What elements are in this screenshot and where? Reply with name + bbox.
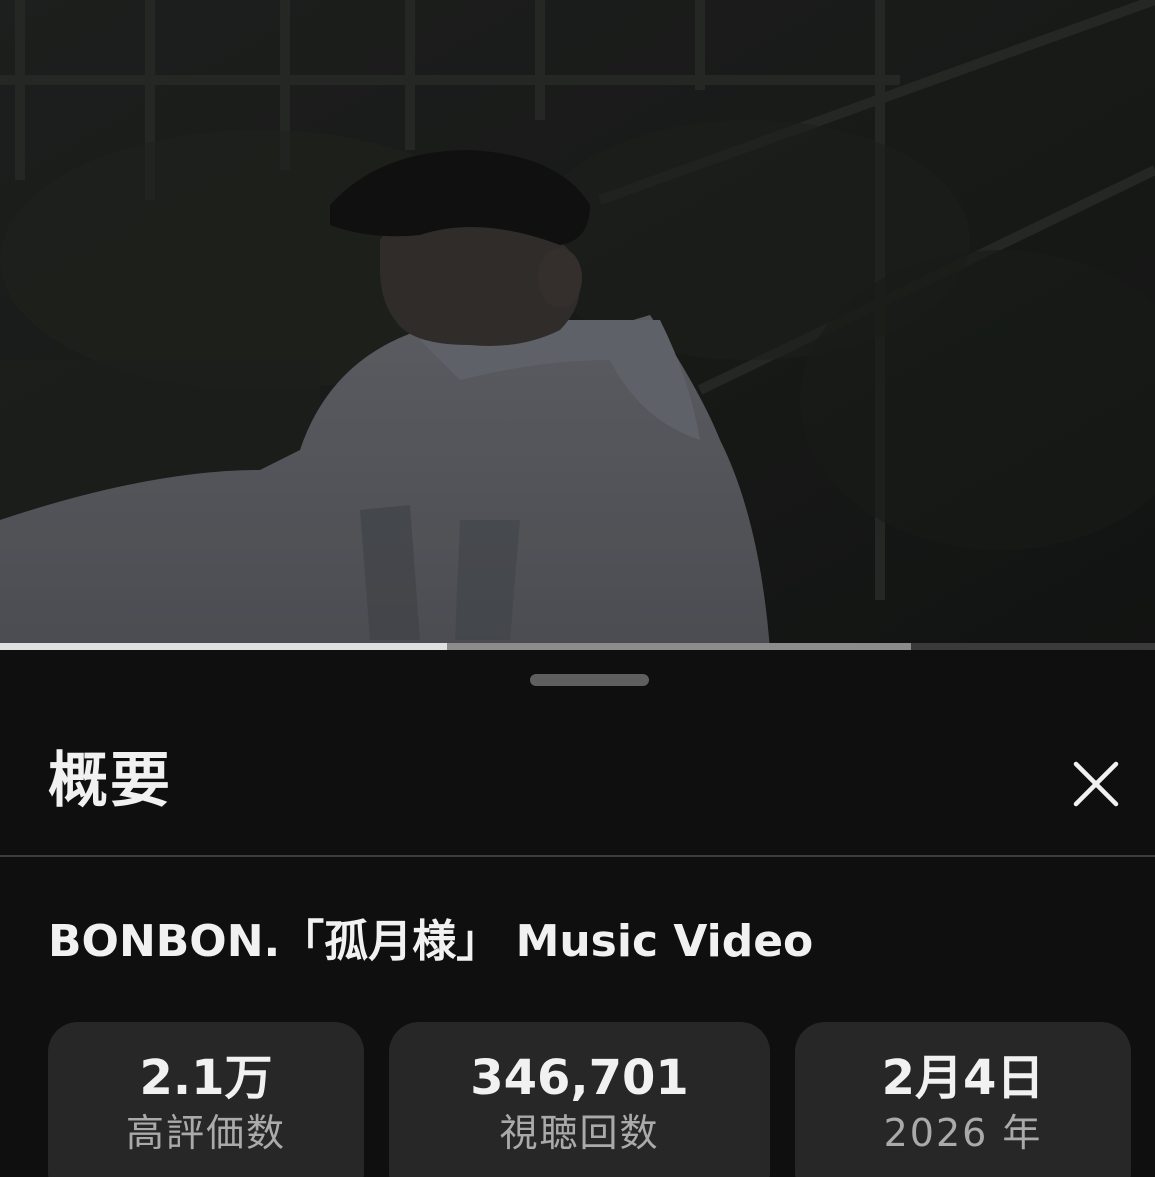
likes-count: 2.1万 [139,1050,273,1106]
close-button[interactable] [1062,750,1130,818]
views-count: 346,701 [470,1050,689,1106]
video-frame [0,0,1155,650]
progress-played [0,643,447,650]
video-progress-bar[interactable] [0,643,1155,650]
upload-year: 2026 年 [883,1111,1043,1155]
views-stat-card: 346,701 視聴回数 [389,1022,770,1177]
drag-handle[interactable] [530,674,649,686]
likes-label: 高評価数 [125,1111,286,1155]
app-root: 概要 BONBON.「孤月様」 Music Video 2.1万 高評価数 34… [0,0,1155,1177]
close-icon [1073,761,1119,807]
video-title: BONBON.「孤月様」 Music Video [48,916,814,967]
date-stat-card: 2月4日 2026 年 [795,1022,1131,1177]
likes-stat-card[interactable]: 2.1万 高評価数 [48,1022,364,1177]
description-sheet: 概要 BONBON.「孤月様」 Music Video 2.1万 高評価数 34… [0,650,1155,1177]
video-player[interactable] [0,0,1155,650]
sheet-header: 概要 [0,730,1155,857]
upload-date: 2月4日 [881,1050,1045,1106]
views-label: 視聴回数 [499,1111,660,1155]
sheet-title: 概要 [48,746,172,816]
